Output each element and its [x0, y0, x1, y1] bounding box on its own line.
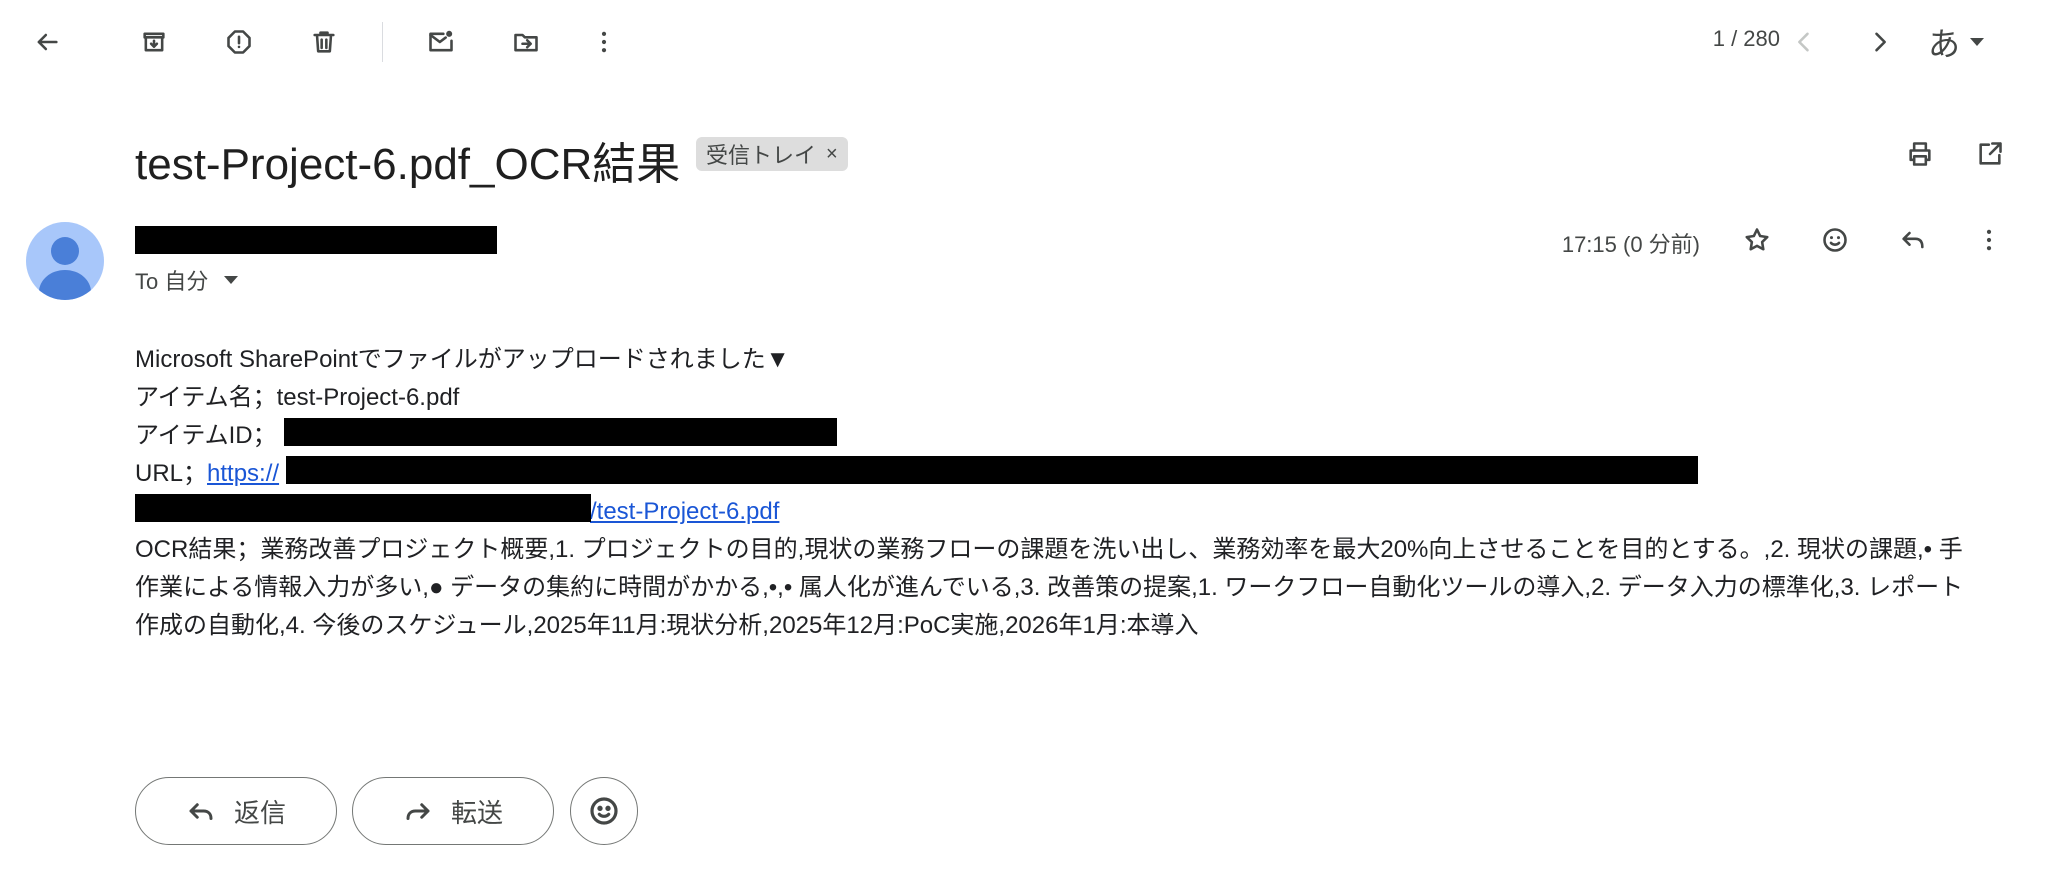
emoji-icon	[590, 797, 618, 825]
forward-button-label: 転送	[450, 797, 503, 828]
reply-button[interactable]: 返信	[135, 777, 337, 845]
message-more-vert-icon[interactable]	[1965, 216, 2013, 264]
pagination-count: 1 / 280	[1712, 26, 1780, 51]
star-icon[interactable]	[1733, 216, 1781, 264]
email-timestamp: 17:15 (0 分前)	[1561, 232, 1700, 257]
url-link-start[interactable]: https://	[207, 460, 279, 487]
delete-icon[interactable]	[300, 18, 348, 66]
url-label: URL；	[135, 460, 208, 487]
archive-icon[interactable]	[130, 18, 178, 66]
remove-label-icon[interactable]: ×	[826, 143, 838, 166]
url-redacted	[286, 456, 1698, 484]
print-icon[interactable]	[1896, 130, 1944, 178]
add-reaction-icon[interactable]	[1811, 216, 1859, 264]
move-to-icon[interactable]	[502, 18, 550, 66]
reply-icon	[189, 803, 213, 820]
avatar-body	[39, 270, 91, 300]
forward-icon	[406, 803, 430, 820]
more-vert-icon[interactable]	[580, 18, 628, 66]
reply-icon[interactable]	[1889, 216, 1937, 264]
avatar-head	[51, 237, 79, 265]
sender-avatar[interactable]	[26, 222, 104, 300]
older-chevron-right-icon[interactable]	[1856, 18, 1904, 66]
email-body: Microsoft SharePointでファイルがアップロードされました▼ ア…	[135, 341, 1985, 645]
reply-button-label: 返信	[233, 797, 286, 828]
recipient-text: To 自分	[135, 269, 209, 294]
email-subject: test-Project-6.pdf_OCR結果	[135, 140, 681, 189]
open-new-window-icon[interactable]	[1966, 130, 2014, 178]
body-line-upload-notice: Microsoft SharePointでファイルがアップロードされました▼	[135, 346, 790, 373]
label-chip-text: 受信トレイ	[706, 143, 817, 168]
back-arrow-icon[interactable]	[23, 18, 71, 66]
label-chip-inbox[interactable]: 受信トレイ ×	[696, 137, 848, 171]
input-tools-toggle[interactable]: あ	[1928, 18, 2016, 66]
item-id-label: アイテムID；	[135, 422, 277, 449]
toolbar-divider	[382, 22, 383, 62]
forward-button[interactable]: 転送	[352, 777, 554, 845]
body-line-item-name: アイテム名；test-Project-6.pdf	[135, 384, 460, 411]
newer-chevron-left-icon[interactable]	[1780, 18, 1828, 66]
report-spam-icon[interactable]	[215, 18, 263, 66]
body-ocr-result: OCR結果；業務改善プロジェクト概要,1. プロジェクトの目的,現状の業務フロー…	[135, 536, 1964, 639]
input-tools-label: あ	[1928, 25, 1961, 63]
item-id-redacted	[284, 418, 837, 446]
recipient-details-toggle[interactable]: To 自分	[135, 264, 239, 296]
sender-name-redacted	[135, 226, 497, 254]
chevron-down-icon	[1970, 38, 1985, 46]
mark-unread-icon[interactable]	[417, 18, 465, 66]
url-continued-redacted	[135, 494, 591, 522]
chevron-down-icon	[224, 276, 239, 284]
emoji-reaction-button[interactable]	[570, 777, 638, 845]
